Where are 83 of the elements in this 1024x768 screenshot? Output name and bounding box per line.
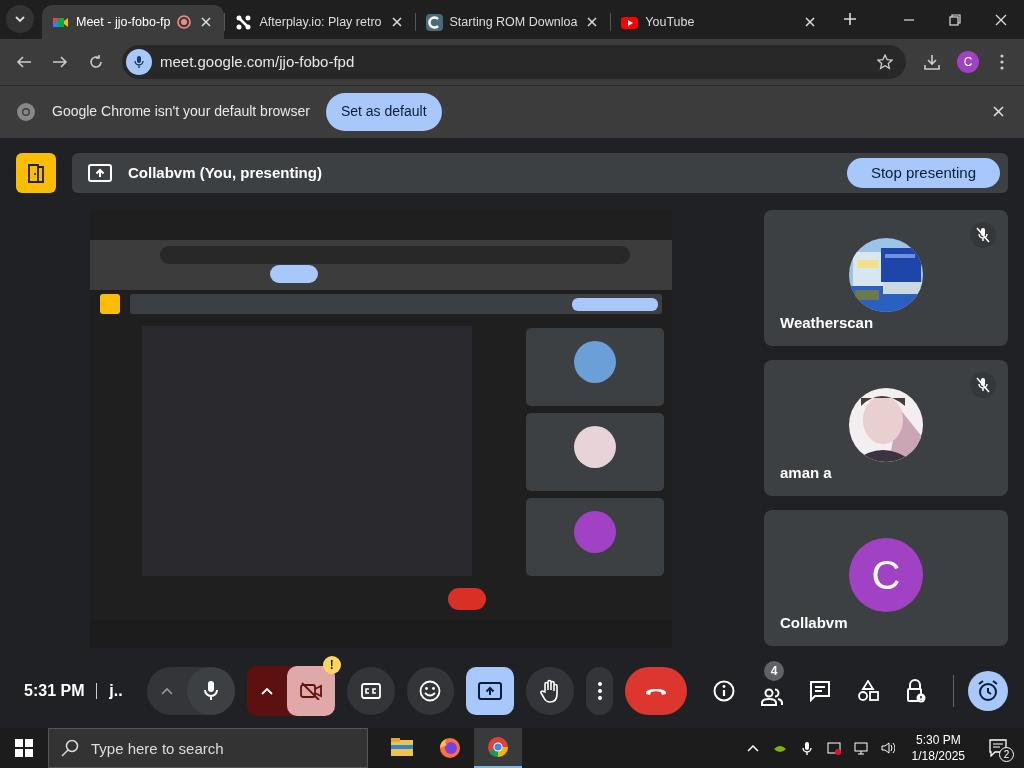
- timer-button[interactable]: [968, 671, 1008, 711]
- chrome-logo-icon: [16, 101, 36, 122]
- download-icon: [924, 54, 940, 71]
- tab-title: Afterplay.io: Play retro: [259, 14, 382, 32]
- camera-off-icon: [299, 682, 322, 700]
- shapes-icon: [857, 680, 879, 702]
- speech-bubble-icon: [989, 739, 1007, 757]
- search-field[interactable]: Type here to search: [48, 728, 368, 768]
- tab-title: Meet - jjo-fobo-fp: [76, 14, 171, 32]
- info-icon: [713, 680, 735, 702]
- plus-icon: [843, 12, 858, 27]
- captions-button[interactable]: [346, 667, 395, 715]
- notification-count: 2: [999, 747, 1014, 762]
- tab-title: YouTube: [645, 14, 696, 32]
- participant-name: Weatherscan: [780, 312, 874, 333]
- chat-icon: [809, 680, 831, 702]
- camera-button[interactable]: [286, 666, 335, 716]
- present-screen-icon: [478, 682, 503, 700]
- presenting-label: Collabvm (You, presenting): [128, 162, 322, 183]
- more-options-button[interactable]: [586, 667, 614, 715]
- present-screen-icon: [88, 164, 112, 182]
- stop-presenting-button[interactable]: Stop presenting: [846, 158, 1000, 188]
- more-vertical-icon: [597, 682, 602, 700]
- avatar: C: [849, 538, 923, 612]
- reload-icon: [88, 54, 104, 71]
- meeting-time: 5:31 PM: [24, 681, 85, 701]
- close-icon: [391, 17, 402, 28]
- screen-record-icon: [826, 741, 841, 755]
- fox-globe-icon: [438, 736, 462, 760]
- door-icon: [27, 163, 45, 183]
- infobar-message: Google Chrome isn't your default browser: [52, 102, 310, 122]
- hand-icon: [540, 679, 561, 703]
- star-icon: [877, 54, 893, 71]
- taskbar-app-button[interactable]: [474, 728, 522, 768]
- microphone-button[interactable]: [186, 667, 235, 715]
- microphone-icon: [202, 680, 219, 702]
- participant-name: aman a: [780, 462, 832, 483]
- letter-c-icon: [425, 13, 443, 31]
- dots-icon: [235, 13, 253, 31]
- participant-count-badge: 4: [764, 661, 784, 681]
- microphone-icon: [799, 741, 814, 755]
- companion-button[interactable]: [16, 153, 56, 193]
- people-icon: [760, 688, 784, 706]
- chrome-logo-icon: [486, 735, 510, 759]
- browser-tab[interactable]: Starting ROM Downloa: [415, 5, 611, 40]
- warning-badge: !: [322, 656, 341, 674]
- more-vertical-icon: [1000, 54, 1004, 71]
- captions-icon: [360, 683, 381, 699]
- search-icon: [61, 739, 79, 757]
- notifications-button[interactable]: 2: [980, 728, 1016, 768]
- restore-icon: [949, 13, 961, 26]
- present-button[interactable]: [466, 667, 515, 715]
- profile-button[interactable]: C: [957, 51, 979, 74]
- close-icon: [995, 13, 1007, 26]
- raise-hand-button[interactable]: [526, 667, 575, 715]
- microphone-icon: [133, 55, 145, 70]
- browser-tab[interactable]: YouTube: [611, 5, 829, 40]
- address-bar[interactable]: meet.google.com/jjo-fobo-fpd: [122, 45, 906, 80]
- browser-tab[interactable]: Meet - jjo-fobo-fp: [42, 5, 225, 40]
- tab-search-button[interactable]: [6, 5, 34, 34]
- emoji-icon: [419, 680, 442, 702]
- clock-date: 1/18/2025: [911, 748, 965, 764]
- close-icon: [992, 106, 1004, 118]
- caret-up-icon: [260, 687, 273, 695]
- meeting-code: j..: [109, 681, 123, 701]
- clock-time: 5:30 PM: [915, 732, 961, 748]
- lock-icon: [906, 679, 926, 703]
- url-text: meet.google.com/jjo-fobo-fpd: [160, 51, 356, 72]
- alarm-clock-icon: [977, 680, 999, 702]
- microphone-indicator[interactable]: [126, 49, 152, 76]
- participant-name: Collabvm: [780, 612, 848, 633]
- tab-title: Starting ROM Downloa: [449, 14, 578, 32]
- hang-up-icon: [644, 686, 669, 696]
- set-default-button[interactable]: Set as default: [325, 92, 442, 131]
- windows-logo-icon: [15, 739, 33, 757]
- browser-tab[interactable]: Afterplay.io: Play retro: [225, 5, 415, 40]
- monitor-network-icon: [853, 741, 868, 755]
- close-icon: [805, 17, 816, 28]
- speaker-icon: [880, 741, 895, 755]
- close-icon: [201, 17, 212, 28]
- caret-up-icon: [160, 687, 173, 695]
- close-icon: [587, 17, 598, 28]
- leave-call-button[interactable]: [625, 667, 687, 715]
